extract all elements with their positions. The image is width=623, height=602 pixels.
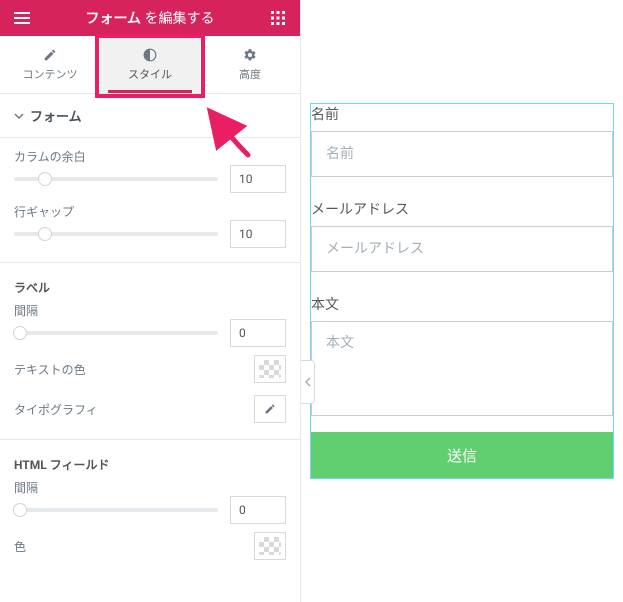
section-label-body: ラベル 間隔 テキストの色 タイポグラフィ [0,263,300,440]
html-spacing-label: 間隔 [14,479,286,496]
pencil-icon [43,48,57,62]
caret-down-icon [14,111,24,121]
gear-icon [243,48,257,62]
section-form-title: フォーム [30,106,82,125]
tab-style-label: スタイル [128,66,172,82]
tab-advanced[interactable]: 高度 [200,36,300,93]
row-gap-slider[interactable] [14,225,218,243]
panel-title: フォーム を編集する [85,8,214,28]
panel-collapse-handle[interactable] [301,360,315,404]
section-form-header[interactable]: フォーム [0,94,300,138]
apps-icon [271,11,285,25]
menu-button[interactable] [8,0,36,36]
section-html-field-title: HTML フィールド [14,456,286,473]
editor-panel: フォーム を編集する コンテンツ スタイル [0,0,301,602]
column-gap-input[interactable] [230,165,286,193]
email-label: メールアドレス [311,199,613,219]
section-form-body: カラムの余白 行ギャップ [0,138,300,263]
tab-style[interactable]: スタイル [100,36,200,93]
row-gap-label: 行ギャップ [14,203,286,220]
column-gap-slider[interactable] [14,170,218,188]
pencil-icon [264,403,276,415]
transparent-swatch-icon [259,537,281,555]
preview-canvas: 名前 メールアドレス 本文 送信 [301,0,623,602]
section-html-field-body: HTML フィールド 間隔 色 [0,440,300,566]
tab-content[interactable]: コンテンツ [0,36,100,93]
label-spacing-label: 間隔 [14,302,286,319]
panel-header: フォーム を編集する [0,0,300,36]
chevron-left-icon [305,377,311,387]
message-input[interactable] [311,321,613,416]
field-email: メールアドレス [311,199,613,272]
apps-button[interactable] [264,0,292,36]
row-gap-input[interactable] [230,220,286,248]
submit-button[interactable]: 送信 [311,432,613,478]
email-input[interactable] [311,226,613,272]
panel-body: フォーム カラムの余白 行ギャップ ラベル 間隔 [0,94,300,602]
transparent-swatch-icon [259,360,281,378]
column-gap-label: カラムの余白 [14,148,286,165]
contrast-icon [143,48,157,62]
label-spacing-input[interactable] [230,319,286,347]
label-spacing-slider[interactable] [14,324,218,342]
typography-edit-button[interactable] [254,395,286,423]
field-message: 本文 [311,294,613,420]
name-label: 名前 [311,104,613,124]
message-label: 本文 [311,294,613,314]
html-color-picker[interactable] [254,532,286,560]
tab-advanced-label: 高度 [239,66,261,82]
text-color-label: テキストの色 [14,361,86,378]
html-spacing-input[interactable] [230,496,286,524]
name-input[interactable] [311,131,613,177]
form-widget[interactable]: 名前 メールアドレス 本文 送信 [311,104,613,478]
html-spacing-slider[interactable] [14,501,218,519]
section-label-title: ラベル [14,279,286,296]
field-name: 名前 [311,104,613,177]
tab-content-label: コンテンツ [23,66,78,82]
text-color-picker[interactable] [254,355,286,383]
typography-label: タイポグラフィ [14,401,98,418]
html-color-label: 色 [14,538,26,555]
hamburger-icon [14,12,30,24]
tabs: コンテンツ スタイル 高度 [0,36,300,94]
